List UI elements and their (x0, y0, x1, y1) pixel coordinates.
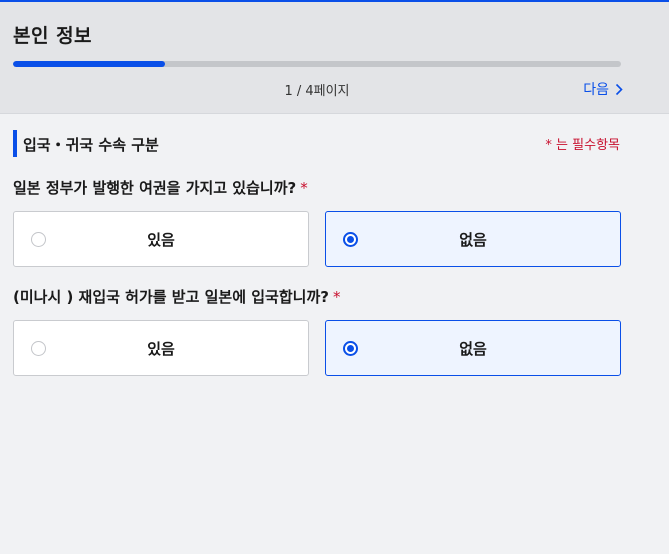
page-title: 본인 정보 (13, 25, 93, 47)
question-2: (미나시 ) 재입국 허가를 받고 일본에 입국합니까? * (13, 286, 340, 307)
section-title: 입국・귀국 수속 구분 (23, 136, 159, 154)
question-2-text: (미나시 ) 재입국 허가를 받고 일본에 입국합니까? (13, 288, 329, 306)
page-header: 본인 정보 1 / 4페이지 다음 (0, 2, 669, 114)
page-indicator: 1 / 4페이지 (284, 84, 350, 99)
question-1-option-yes[interactable]: 있음 (13, 211, 309, 267)
chevron-right-icon (615, 83, 623, 95)
progress-bar (13, 61, 621, 67)
required-note: * 는 필수항목 (545, 138, 620, 153)
option-label: 있음 (147, 231, 175, 249)
option-label: 없음 (459, 340, 487, 358)
question-2-option-yes[interactable]: 있음 (13, 320, 309, 376)
option-label: 있음 (147, 340, 175, 358)
next-page-button[interactable]: 다음 (583, 79, 623, 99)
section-accent-bar (13, 130, 17, 157)
question-1-text: 일본 정부가 발행한 여권을 가지고 있습니까? (13, 179, 297, 197)
required-star: * (332, 288, 341, 306)
question-1: 일본 정부가 발행한 여권을 가지고 있습니까? * (13, 177, 308, 198)
question-2-option-no[interactable]: 없음 (325, 320, 621, 376)
option-label: 없음 (459, 231, 487, 249)
next-page-label: 다음 (583, 82, 609, 98)
required-star: * (300, 179, 308, 197)
question-1-option-no[interactable]: 없음 (325, 211, 621, 267)
progress-fill (13, 61, 165, 67)
